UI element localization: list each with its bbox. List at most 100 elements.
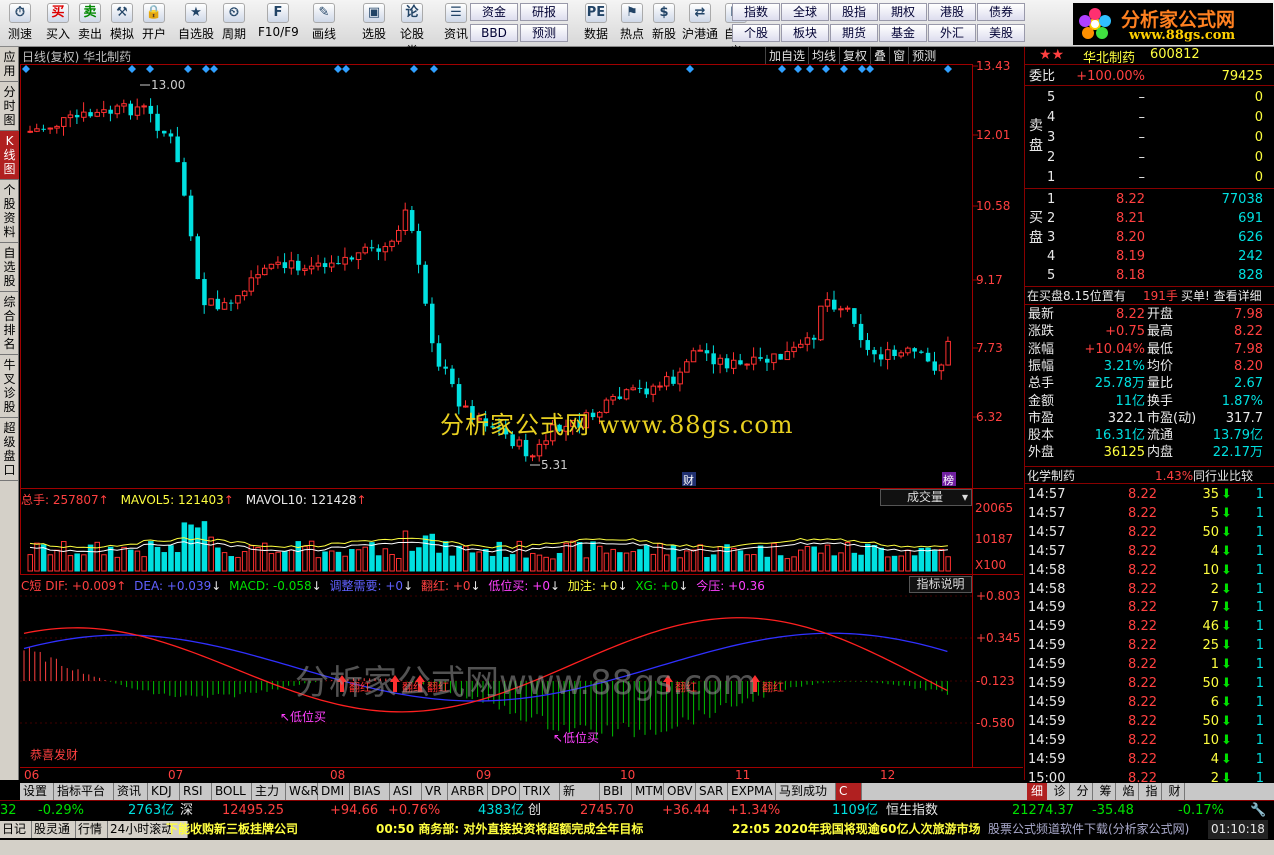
indicator-tab-cn-1[interactable]: 指标平台 [54, 783, 114, 800]
indicator-tab-bias-9[interactable]: BIAS [350, 783, 390, 800]
news-tab-1[interactable]: 股灵通 [32, 821, 76, 838]
volume-bar [295, 541, 301, 572]
right-tab-2[interactable]: 分 [1073, 783, 1093, 800]
toolbar-item-15[interactable]: ⇄ 沪港通 [680, 2, 720, 44]
toolbar-btn-b-11[interactable]: 美股 [977, 24, 1025, 42]
toolbar-item-11[interactable]: ☰ 资讯 [440, 2, 472, 44]
indicator-tab-boll-5[interactable]: BOLL [212, 783, 252, 800]
news-tab-0[interactable]: 日记 [0, 821, 32, 838]
toolbar-item-7[interactable]: F F10/F9 [258, 2, 299, 44]
tick-time-8: 14:59 [1028, 638, 1066, 654]
candle-down [704, 350, 710, 354]
right-tab-1[interactable]: 诊 [1050, 783, 1070, 800]
right-tab-6[interactable]: 财 [1165, 783, 1185, 800]
indicator-tab-arbr-12[interactable]: ARBR [448, 783, 488, 800]
toolbar-item-3[interactable]: ⚒ 模拟 [106, 2, 138, 44]
toolbar-item-10[interactable]: 论论股堂 [396, 2, 428, 58]
candle-up [697, 349, 703, 352]
indicator-tab-cn-2[interactable]: 资讯 [114, 783, 148, 800]
toolbar-item-4[interactable]: 🔒 开户 [138, 2, 170, 44]
quote-label-b-5: 换手 [1147, 393, 1174, 409]
leftnav-item-1[interactable]: 分时图 [0, 82, 19, 131]
toolbar-btn-b-8[interactable]: 期货 [830, 24, 878, 42]
toolbar-item-6[interactable]: ⏲ 周期 [218, 2, 250, 44]
ticker-item-7: 4383亿 [478, 803, 525, 818]
indicator-tab-bbi-16[interactable]: BBI [600, 783, 632, 800]
toolbar-icon-8: ✎ [313, 3, 335, 23]
indicator-tab-dma-15[interactable]: 新DMA [560, 783, 600, 814]
toolbar-item-8[interactable]: ✎ 画线 [308, 2, 340, 44]
indicator-tab-expma-20[interactable]: EXPMA [728, 783, 776, 800]
toolbar-item-2[interactable]: 卖卖出 [74, 2, 106, 44]
leftnav-item-5[interactable]: 综合排名 [0, 292, 19, 355]
toolbar-btn-b-2[interactable]: 股指 [830, 3, 878, 21]
toolbar-item-9[interactable]: ▣ 选股 [358, 2, 390, 44]
toolbar-btn-a-2[interactable]: BBD [470, 24, 518, 42]
tick-price-6: 8.22 [1128, 600, 1157, 616]
toolbar-btn-b-9[interactable]: 基金 [879, 24, 927, 42]
indicator-tab-sar-19[interactable]: SAR [696, 783, 728, 800]
indicator-tab-cn-0[interactable]: 设置 [20, 783, 54, 800]
right-tab-3[interactable]: 筹 [1096, 783, 1116, 800]
news-item-0[interactable]: 下能收购新三板挂牌公司 [166, 820, 298, 839]
indicator-selector[interactable]: 成交量 ▾ [880, 489, 972, 506]
leftnav-item-4[interactable]: 自选股 [0, 243, 19, 292]
indicator-tab-vr-11[interactable]: VR [422, 783, 448, 800]
leftnav-item-2[interactable]: K线图 [0, 131, 19, 180]
toolbar-icon-12: PE [585, 3, 607, 23]
candle-down [423, 264, 428, 304]
toolbar-item-13[interactable]: ⚑ 热点 [616, 2, 648, 44]
news-item-2[interactable]: 22:05 2020年我国将现逾60亿人次旅游市场 [732, 820, 980, 839]
toolbar-btn-b-6[interactable]: 个股 [732, 24, 780, 42]
toolbar-btn-b-4[interactable]: 港股 [928, 3, 976, 21]
toolbar-btn-b-0[interactable]: 指数 [732, 3, 780, 21]
indicator-tab-dmi-8[interactable]: DMI [318, 783, 350, 800]
star-icon[interactable]: ★★ [1039, 47, 1064, 63]
sell-level-3: 2 [1047, 150, 1056, 165]
indicator-tab-obv-18[interactable]: OBV [664, 783, 696, 800]
toolbar-btn-a-3[interactable]: 预测 [520, 24, 568, 42]
logo-url: www.88gs.com [1129, 28, 1236, 43]
right-tab-4[interactable]: 焰 [1119, 783, 1139, 800]
indicator-tab-asi-10[interactable]: ASI [390, 783, 422, 800]
toolbar-label-11: 资讯 [443, 27, 468, 41]
toolbar-btn-b-1[interactable]: 全球 [781, 3, 829, 21]
toolbar-btn-a-1[interactable]: 研报 [520, 3, 568, 21]
leftnav-item-3[interactable]: 个股资料 [0, 180, 19, 243]
news-item-1[interactable]: 00:50 商务部: 对外直接投资将超额完成全年目标 [376, 820, 643, 839]
toolbar-btn-b-5[interactable]: 债券 [977, 3, 1025, 21]
indicator-tab-mtm-17[interactable]: MTM [632, 783, 664, 800]
indicator-tab-dpo-13[interactable]: DPO [488, 783, 520, 800]
chevron-down-icon[interactable]: ▾ [962, 490, 968, 505]
ob-note[interactable]: 在买盘8.15位置有 191手 买单! 查看详细 [1025, 286, 1274, 305]
toolbar-btn-b-3[interactable]: 期权 [879, 3, 927, 21]
right-tab-0[interactable]: 细 [1027, 783, 1047, 800]
news-right-link[interactable]: 股票公式频道软件下载(分析家公式网) [988, 820, 1198, 839]
indicator-explain-button[interactable]: 指标说明 [909, 576, 972, 593]
indicator-tab-kdj-3[interactable]: KDJ [148, 783, 180, 800]
quote-label-a-3: 振幅 [1028, 358, 1055, 374]
indicator-tab-cn-21[interactable]: 马到成功 [776, 783, 836, 800]
leftnav-item-6[interactable]: 牛叉诊股 [0, 355, 19, 418]
toolbar-btn-a-0[interactable]: 资金 [470, 3, 518, 21]
toolbar-item-12[interactable]: PE 数据 [580, 2, 612, 44]
toolbar-item-0[interactable]: ⏱ 测速 [4, 2, 36, 44]
industry-row[interactable]: 化学制药 1.43% 同行业比较 [1025, 466, 1274, 484]
toolbar-btn-b-10[interactable]: 外汇 [928, 24, 976, 42]
news-tab-2[interactable]: 行情 [76, 821, 108, 838]
toolbar-item-1[interactable]: 买买入 [42, 2, 74, 44]
toolbar-item-14[interactable]: $ 新股 [648, 2, 680, 44]
toolbar-item-5[interactable]: ★ 自选股 [176, 2, 216, 44]
tick-price-5: 8.22 [1128, 581, 1157, 597]
right-tab-5[interactable]: 指 [1142, 783, 1162, 800]
indicator-tab-c-22[interactable]: C短 [836, 783, 862, 814]
candle-up [838, 308, 844, 311]
indicator-tab-w-r-7[interactable]: W&R [286, 783, 319, 800]
leftnav-item-7[interactable]: 超级盘口 [0, 418, 19, 481]
leftnav-item-0[interactable]: 应用 [0, 47, 19, 82]
settings-wrench-icon[interactable]: 🔧 [1250, 801, 1266, 821]
indicator-tab-rsi-4[interactable]: RSI [180, 783, 212, 800]
indicator-tab-trix-14[interactable]: TRIX [520, 783, 560, 800]
indicator-tab-cn-6[interactable]: 主力 [252, 783, 286, 800]
toolbar-btn-b-7[interactable]: 板块 [781, 24, 829, 42]
